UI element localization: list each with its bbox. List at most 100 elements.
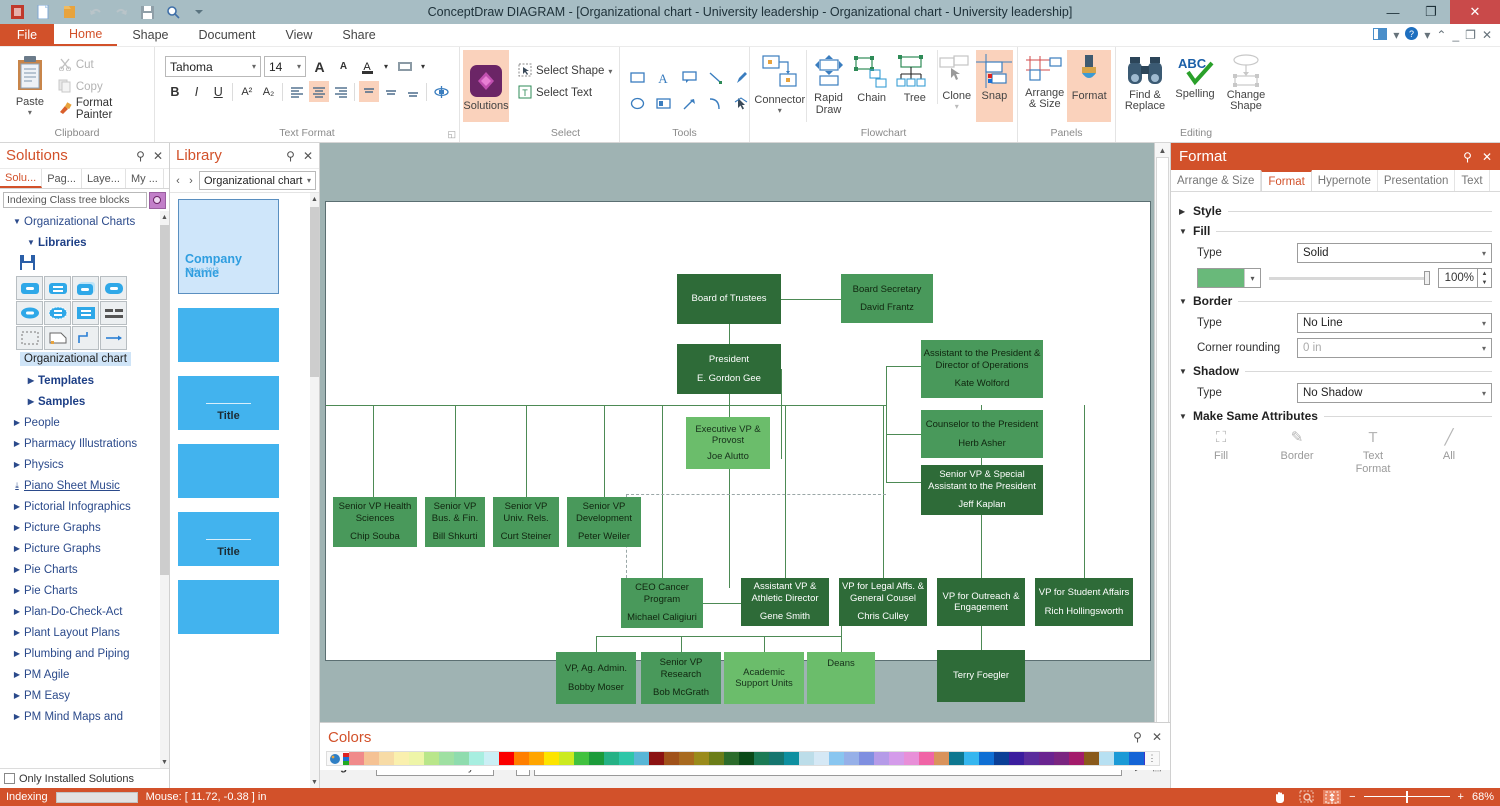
color-swatch[interactable] (409, 752, 424, 765)
color-swatch[interactable] (529, 752, 544, 765)
chain-button[interactable]: Chain (851, 50, 893, 104)
color-swatch[interactable] (859, 752, 874, 765)
color-swatch[interactable] (1054, 752, 1069, 765)
restore-button[interactable]: ❐ (1412, 0, 1450, 24)
library-shape-cell[interactable] (72, 326, 99, 350)
node-assistant-to-president[interactable]: Assistant to the President & Director of… (921, 340, 1043, 398)
font-color-button[interactable]: A (357, 56, 378, 77)
only-installed-checkbox[interactable] (4, 773, 15, 784)
text-block-button[interactable] (431, 81, 451, 102)
tab-shape[interactable]: Shape (117, 24, 183, 46)
color-swatch[interactable] (664, 752, 679, 765)
fill-color-picker[interactable]: ▾ (1197, 268, 1261, 288)
spin-up-icon[interactable]: ▲ (1478, 269, 1491, 278)
align-top-button[interactable] (359, 81, 379, 102)
colors-more-icon[interactable]: ⋮ (1145, 753, 1159, 764)
tree-item-pm-mind-maps[interactable]: ▶ PM Mind Maps and (2, 706, 169, 727)
tree-item-organizational-charts[interactable]: ▼ Organizational Charts (2, 211, 169, 232)
tree-item-pie-charts-2[interactable]: ▶ Pie Charts (2, 580, 169, 601)
color-swatch[interactable] (754, 752, 769, 765)
scroll-up-icon[interactable]: ▲ (1155, 143, 1170, 157)
color-swatch[interactable] (439, 752, 454, 765)
node-svp-bus-fin[interactable]: Senior VP Bus. & Fin. Bill Shkurti (425, 497, 485, 547)
select-shape-caret-icon[interactable]: ▾ (608, 67, 612, 76)
color-swatch[interactable] (559, 752, 574, 765)
format-painter-button[interactable]: Format Painter (56, 97, 150, 121)
color-swatch[interactable] (994, 752, 1009, 765)
color-swatch[interactable] (1114, 752, 1129, 765)
library-shape-grid[interactable] (16, 276, 169, 350)
node-svp-special-assistant[interactable]: Senior VP & Special Assistant to the Pre… (921, 465, 1043, 515)
color-swatch[interactable] (889, 752, 904, 765)
line-tool-button[interactable] (702, 65, 728, 91)
color-swatch[interactable] (544, 752, 559, 765)
color-swatch[interactable] (964, 752, 979, 765)
color-swatch[interactable] (784, 752, 799, 765)
color-swatch[interactable] (1024, 752, 1039, 765)
node-vp-legal-affairs[interactable]: VP for Legal Affs. & General Cousel Chri… (839, 578, 927, 626)
color-swatch[interactable] (484, 752, 499, 765)
find-replace-button[interactable]: Find & Replace (1120, 50, 1170, 112)
node-vp-ag-admin[interactable]: VP, Ag. Admin. Bobby Moser (556, 652, 636, 704)
tree-item-plant-layout-plans[interactable]: ▶ Plant Layout Plans (2, 622, 169, 643)
solutions-scrollbar[interactable]: ▲ ▼ (160, 211, 169, 768)
node-svp-development[interactable]: Senior VP Development Peter Weiler (567, 497, 641, 547)
color-swatch[interactable] (904, 752, 919, 765)
image-tool-button[interactable] (650, 91, 676, 117)
library-item-plain-box-2[interactable] (178, 580, 319, 634)
canvas-vertical-scrollbar[interactable]: ▲ ▼ (1154, 143, 1170, 754)
tree-item-pie-charts[interactable]: ▶ Pie Charts (2, 559, 169, 580)
pin-icon[interactable]: ⚲ (136, 149, 145, 163)
solutions-search-icon[interactable] (149, 191, 166, 209)
scroll-down-icon[interactable]: ▼ (160, 756, 169, 768)
tree-item-physics[interactable]: ▶ Physics (2, 454, 169, 475)
color-swatch[interactable] (739, 752, 754, 765)
canvas-area[interactable]: Board of Trustees Board Secretary David … (320, 143, 1170, 788)
color-swatch[interactable] (679, 752, 694, 765)
tree-item-picture-graphs-2[interactable]: ▶ Picture Graphs (2, 538, 169, 559)
tree-item-pharmacy-illustrations[interactable]: ▶ Pharmacy Illustrations (2, 433, 169, 454)
section-style[interactable]: ▶ Style (1179, 204, 1492, 218)
section-border[interactable]: ▼ Border (1179, 294, 1492, 308)
library-item-titled-box[interactable]: Title (178, 376, 319, 430)
color-swatch[interactable] (574, 752, 589, 765)
font-color-caret-icon[interactable]: ▾ (381, 56, 391, 77)
library-shape-cell[interactable] (100, 301, 127, 325)
select-shape-button[interactable]: Select Shape ▾ (516, 60, 614, 82)
italic-button[interactable]: I (187, 81, 207, 102)
minimize-button[interactable]: — (1374, 0, 1412, 24)
color-swatch[interactable] (919, 752, 934, 765)
pin-icon[interactable]: ⚲ (1133, 730, 1142, 744)
library-prev-icon[interactable]: ‹ (173, 175, 183, 187)
snap-button[interactable]: Snap (975, 50, 1013, 122)
tab-presentation[interactable]: Presentation (1378, 170, 1456, 191)
spin-down-icon[interactable]: ▼ (1478, 278, 1491, 287)
node-svp-health-sciences[interactable]: Senior VP Health Sciences Chip Souba (333, 497, 417, 547)
tree-item-plumbing-and-piping[interactable]: ▶ Plumbing and Piping (2, 643, 169, 664)
library-shape-cell[interactable] (100, 276, 127, 300)
library-shape-cell[interactable] (100, 326, 127, 350)
text-format-dialog-launcher[interactable]: ◱ (447, 129, 456, 140)
spelling-button[interactable]: ABC Spelling (1170, 50, 1220, 100)
node-ceo-cancer-program[interactable]: CEO Cancer Program Michael Caligiuri (621, 578, 703, 628)
tab-arrange-size[interactable]: Arrange & Size (1171, 170, 1262, 191)
library-shape-cell[interactable] (72, 301, 99, 325)
color-swatch[interactable] (634, 752, 649, 765)
color-swatch[interactable] (934, 752, 949, 765)
text-highlight-button[interactable] (394, 56, 415, 77)
library-save-icon[interactable] (20, 255, 169, 273)
tab-hypernote[interactable]: Hypernote (1312, 170, 1378, 191)
color-swatch[interactable] (1129, 752, 1144, 765)
fill-type-combo[interactable]: Solid ▾ (1297, 243, 1492, 263)
color-swatch[interactable] (1069, 752, 1084, 765)
chevron-down-icon[interactable]: ▾ (1244, 269, 1260, 287)
library-shape-cell[interactable] (16, 276, 43, 300)
library-selector-combo[interactable]: Organizational chart ▾ (199, 171, 316, 190)
tab-format[interactable]: Format (1261, 170, 1312, 191)
clone-caret-icon[interactable]: ▾ (955, 102, 959, 111)
node-svp-research[interactable]: Senior VP Research Bob McGrath (641, 652, 721, 704)
format-panel-button[interactable]: Format (1067, 50, 1111, 122)
library-shape-cell[interactable] (44, 301, 71, 325)
fill-opacity-slider[interactable] (1269, 268, 1430, 288)
color-swatch[interactable] (949, 752, 964, 765)
